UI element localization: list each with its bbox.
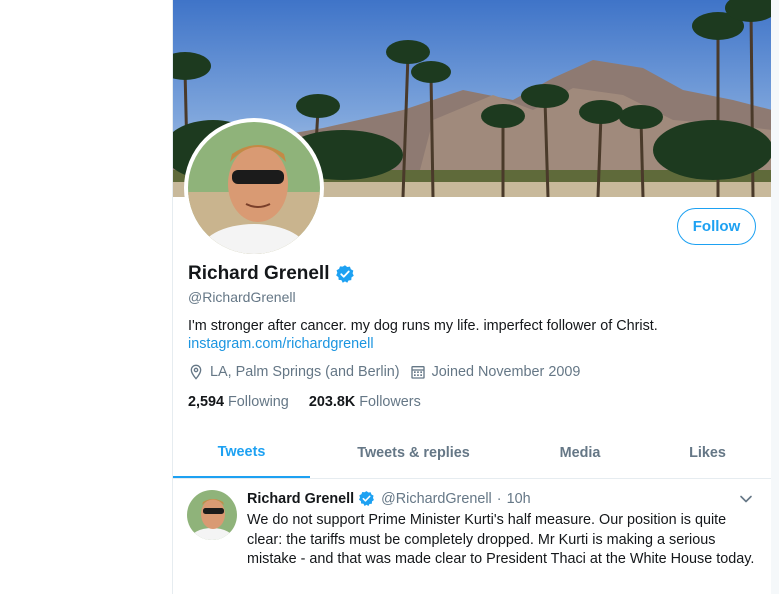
location-pin-icon bbox=[190, 364, 202, 380]
followers-count: 203.8K bbox=[308, 394, 356, 410]
profile-name-row: Richard Grenell bbox=[188, 263, 355, 285]
profile-meta: LA, Palm Springs (and Berlin) Joined Nov… bbox=[188, 364, 590, 380]
following-count: 2,594 bbox=[188, 394, 225, 410]
follow-button[interactable]: Follow bbox=[677, 208, 756, 245]
followers-label: Followers bbox=[359, 394, 421, 410]
tweet-timestamp[interactable]: 10h bbox=[507, 491, 531, 507]
profile-joined-text: Joined November 2009 bbox=[431, 364, 581, 380]
profile-location: LA, Palm Springs (and Berlin) bbox=[188, 364, 400, 380]
following-stat[interactable]: 2,594 Following bbox=[188, 394, 289, 410]
tab-media[interactable]: Media bbox=[517, 428, 643, 478]
profile-handle: @RichardGrenell bbox=[188, 289, 296, 305]
tweet-author-name[interactable]: Richard Grenell bbox=[247, 491, 354, 507]
verified-badge-icon bbox=[335, 265, 354, 283]
tweet-avatar[interactable] bbox=[187, 490, 237, 540]
chevron-down-icon[interactable] bbox=[738, 491, 754, 507]
left-gutter bbox=[0, 0, 172, 594]
profile-tabs: Tweets Tweets & replies Media Likes bbox=[173, 428, 772, 479]
tweet-separator: · bbox=[496, 490, 502, 507]
profile-display-name: Richard Grenell bbox=[188, 263, 330, 284]
right-gutter bbox=[771, 0, 779, 594]
tweet-item[interactable]: Richard Grenell @RichardGrenell · 10h We… bbox=[173, 479, 772, 594]
followers-stat[interactable]: 203.8K Followers bbox=[309, 394, 421, 410]
profile-column: Follow Richard Grenell @RichardGrenell I… bbox=[172, 0, 773, 594]
tab-tweets[interactable]: Tweets bbox=[173, 428, 310, 478]
calendar-icon bbox=[410, 366, 425, 379]
profile-bio: I'm stronger after cancer. my dog runs m… bbox=[188, 318, 658, 334]
verified-badge-icon bbox=[359, 491, 375, 506]
tab-tweets-and-replies[interactable]: Tweets & replies bbox=[310, 428, 517, 478]
profile-avatar[interactable] bbox=[184, 118, 324, 258]
tweet-text: We do not support Prime Minister Kurti's… bbox=[247, 512, 755, 567]
profile-website-link[interactable]: instagram.com/richardgrenell bbox=[188, 336, 374, 352]
profile-stats: 2,594 Following 203.8K Followers bbox=[188, 394, 441, 410]
profile-joined: Joined November 2009 bbox=[410, 364, 581, 380]
tweet-header: Richard Grenell @RichardGrenell · 10h bbox=[247, 490, 531, 507]
following-label: Following bbox=[228, 394, 289, 410]
tweet-author-handle[interactable]: @RichardGrenell bbox=[381, 491, 492, 507]
tab-likes[interactable]: Likes bbox=[643, 428, 772, 478]
profile-location-text: LA, Palm Springs (and Berlin) bbox=[210, 364, 400, 380]
